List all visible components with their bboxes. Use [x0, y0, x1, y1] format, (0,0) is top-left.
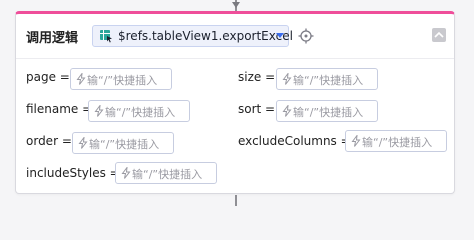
- param-label-includeStyles: includeStyles =: [26, 166, 120, 180]
- lightning-icon: [94, 105, 104, 117]
- param-label-sort: sort =: [238, 102, 276, 116]
- chevron-down-icon: [276, 33, 284, 38]
- lightning-icon: [282, 105, 292, 117]
- param-input-order[interactable]: 输“/”快捷插入: [72, 132, 174, 154]
- param-input-filename[interactable]: 输“/”快捷插入: [88, 100, 190, 122]
- input-placeholder: 输“/”快捷插入: [89, 138, 160, 151]
- param-label-order: order =: [26, 134, 72, 148]
- method-select[interactable]: $refs.tableView1.exportExcel: [92, 25, 293, 47]
- param-input-includeStyles[interactable]: 输“/”快捷插入: [115, 162, 217, 184]
- input-placeholder: 输“/”快捷插入: [293, 74, 364, 87]
- table-cursor-icon: [100, 30, 112, 43]
- input-placeholder: 输“/”快捷插入: [105, 106, 176, 119]
- lightning-icon: [282, 73, 292, 85]
- flow-connector-bottom: [235, 195, 237, 206]
- card-title: 调用逻辑: [26, 31, 79, 46]
- lightning-icon: [78, 137, 88, 149]
- chevron-up-icon: [434, 31, 444, 38]
- flow-arrow-icon: [232, 2, 240, 8]
- method-name: $refs.tableView1.exportExcel: [118, 29, 293, 43]
- header-divider: [16, 58, 454, 59]
- input-placeholder: 输“/”快捷插入: [293, 106, 364, 119]
- lightning-icon: [351, 135, 361, 147]
- input-placeholder: 输“/”快捷插入: [87, 74, 158, 87]
- card-header: 调用逻辑 $refs.tableView1.exportExcel: [16, 14, 454, 58]
- input-placeholder: 输“/”快捷插入: [362, 136, 433, 149]
- param-label-size: size =: [238, 70, 276, 84]
- lightning-icon: [76, 73, 86, 85]
- collapse-button[interactable]: [432, 28, 446, 42]
- param-input-page[interactable]: 输“/”快捷插入: [70, 68, 172, 90]
- crosshair-icon[interactable]: [298, 28, 314, 44]
- param-input-sort[interactable]: 输“/”快捷插入: [276, 100, 378, 122]
- param-label-filename: filename =: [26, 102, 93, 116]
- call-logic-card: 调用逻辑 $refs.tableView1.exportExcel page =…: [15, 11, 455, 194]
- param-input-excludeColumns[interactable]: 输“/”快捷插入: [345, 130, 447, 152]
- param-label-excludeColumns: excludeColumns =: [238, 134, 351, 148]
- param-input-size[interactable]: 输“/”快捷插入: [276, 68, 378, 90]
- param-label-page: page =: [26, 70, 70, 84]
- lightning-icon: [121, 167, 131, 179]
- input-placeholder: 输“/”快捷插入: [132, 168, 203, 181]
